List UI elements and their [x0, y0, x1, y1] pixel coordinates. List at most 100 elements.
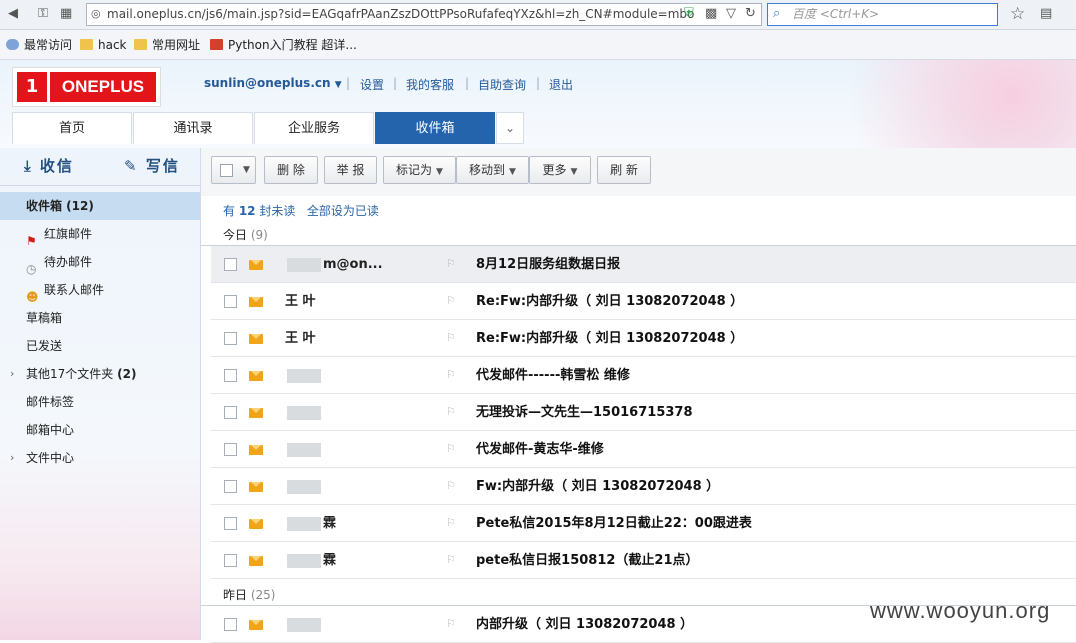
row-checkbox[interactable]	[224, 554, 237, 567]
flag-icon[interactable]: ⚐	[446, 479, 458, 493]
sidebar: ⤓ 收信 ✎ 写信 收件箱 (12) ⚑ 红旗邮件 ◷ 待办邮件 ☻ 联系人邮件 草稿…	[0, 148, 200, 640]
tab-home[interactable]: 首页	[12, 112, 132, 144]
row-checkbox[interactable]	[224, 618, 237, 631]
flag-icon[interactable]: ⚐	[446, 257, 458, 271]
more-button[interactable]: 更多 ▼	[529, 156, 591, 184]
customer-service-link[interactable]: 我的客服	[406, 76, 454, 93]
delete-button[interactable]: 删 除	[264, 156, 318, 184]
sidebar-item-file-center[interactable]: › 文件中心	[0, 444, 200, 472]
sidebar-item-inbox[interactable]: 收件箱 (12)	[0, 192, 200, 220]
star-icon[interactable]: ☆	[1010, 0, 1025, 28]
clock-icon: ◷	[26, 262, 37, 276]
receive-button[interactable]: ⤓ 收信	[24, 148, 74, 184]
qr-icon[interactable]: ▩	[705, 0, 717, 28]
mail-row[interactable]: 霖 ⚐ Pete私信2015年8月12日截止22：00跟进表	[211, 505, 1076, 542]
mail-subject: 内部升级（ 刘日 13082072048 ）	[476, 617, 694, 632]
download-icon: ⤓	[24, 157, 33, 175]
checkbox-icon	[220, 164, 233, 177]
flag-icon[interactable]: ⚐	[446, 294, 458, 308]
chevron-down-icon: ▼	[334, 80, 342, 90]
sidebar-item-red-flag[interactable]: ⚑ 红旗邮件	[0, 220, 200, 248]
chevron-right-icon: ›	[10, 367, 15, 380]
mail-row[interactable]: 霖 ⚐ pete私信日报150812（截止21点）	[211, 542, 1076, 579]
mark-all-read-link[interactable]: 全部设为已读	[307, 204, 379, 218]
mail-subject: Fw:内部升级（ 刘日 13082072048 ）	[476, 479, 720, 494]
mail-subject: 8月12日服务组数据日报	[476, 257, 621, 272]
mark-as-button[interactable]: 标记为 ▼	[383, 156, 456, 184]
contact-icon: ☻	[26, 290, 39, 304]
search-icon: ⌕	[773, 6, 781, 21]
row-checkbox[interactable]	[224, 443, 237, 456]
row-checkbox[interactable]	[224, 332, 237, 345]
self-service-link[interactable]: 自助查询	[478, 76, 526, 93]
refresh-button[interactable]: 刷 新	[597, 156, 651, 184]
bookmark-most-visited[interactable]: 最常访问	[4, 30, 72, 60]
select-all-checkbox[interactable]: ▼	[211, 156, 256, 184]
flag-icon[interactable]: ⚐	[446, 553, 458, 567]
mail-row[interactable]: ⚐ Fw:内部升级（ 刘日 13082072048 ）	[211, 468, 1076, 505]
row-checkbox[interactable]	[224, 406, 237, 419]
row-checkbox[interactable]	[224, 295, 237, 308]
sidebar-item-other-folders[interactable]: › 其他17个文件夹 (2)	[0, 360, 200, 388]
sidebar-item-contacts-mail[interactable]: ☻ 联系人邮件	[0, 276, 200, 304]
tab-more-chevron-icon[interactable]: ⌄	[496, 112, 524, 144]
chevron-right-icon: ›	[10, 451, 15, 464]
compose-button[interactable]: ✎ 写信	[124, 148, 180, 184]
dropdown-icon[interactable]: ▽	[726, 0, 736, 28]
mail-toolbar: ▼ 删 除 举 报 标记为 ▼ 移动到 ▼ 更多 ▼ 刷 新	[201, 148, 1076, 196]
tab-contacts[interactable]: 通讯录	[133, 112, 253, 144]
sidebar-item-drafts[interactable]: 草稿箱	[0, 304, 200, 332]
unread-summary: 有 12 封未读 全部设为已读	[223, 204, 379, 218]
mail-row[interactable]: 王 叶 ⚐ Re:Fw:内部升级（ 刘日 13082072048 ）	[211, 320, 1076, 357]
flag-icon[interactable]: ⚐	[446, 516, 458, 530]
reader-icon[interactable]: ▤	[1040, 0, 1052, 28]
mail-row[interactable]: ⚐ 代发邮件-黄志华-维修	[211, 431, 1076, 468]
row-checkbox[interactable]	[224, 517, 237, 530]
bookmark-hack[interactable]: hack	[78, 30, 127, 60]
tab-enterprise[interactable]: 企业服务	[254, 112, 374, 144]
flag-icon[interactable]: ⚐	[446, 442, 458, 456]
mail-subject: Re:Fw:内部升级（ 刘日 13082072048 ）	[476, 331, 744, 346]
back-icon[interactable]: ◀	[8, 0, 18, 28]
redaction	[287, 257, 321, 272]
unread-envelope-icon	[249, 445, 263, 455]
flag-icon[interactable]: ⚐	[446, 405, 458, 419]
reload-icon[interactable]: ↻	[745, 0, 756, 28]
divider: |	[536, 76, 541, 90]
sidebar-item-mail-center[interactable]: 邮箱中心	[0, 416, 200, 444]
flag-icon[interactable]: ⚐	[446, 617, 458, 631]
row-checkbox[interactable]	[224, 480, 237, 493]
tab-inbox[interactable]: 收件箱	[375, 112, 495, 144]
report-button[interactable]: 举 报	[324, 156, 377, 184]
redaction	[287, 617, 321, 632]
mail-subject: Pete私信2015年8月12日截止22：00跟进表	[476, 516, 752, 531]
settings-link[interactable]: 设置	[360, 76, 384, 93]
sidebar-actions: ⤓ 收信 ✎ 写信	[0, 148, 200, 186]
user-account-menu[interactable]: sunlin@oneplus.cn ▼	[204, 76, 342, 90]
url-bar[interactable]: mail.oneplus.cn/js6/main.jsp?sid=EAGqafr…	[86, 3, 762, 26]
logout-link[interactable]: 退出	[549, 76, 573, 93]
python-site-icon	[210, 39, 223, 50]
mail-from	[285, 394, 435, 431]
mail-row[interactable]: m@on... ⚐ 8月12日服务组数据日报	[211, 246, 1076, 283]
unread-envelope-icon	[249, 260, 263, 270]
flag-icon[interactable]: ⚐	[446, 368, 458, 382]
chevron-down-icon: ▼	[570, 167, 578, 177]
mail-row[interactable]: 王 叶 ⚐ Re:Fw:内部升级（ 刘日 13082072048 ）	[211, 283, 1076, 320]
mail-row[interactable]: ⚐ 无理投诉—文先生—15016715378	[211, 394, 1076, 431]
move-to-button[interactable]: 移动到 ▼	[456, 156, 529, 184]
sidebar-item-sent[interactable]: 已发送	[0, 332, 200, 360]
redaction	[287, 553, 321, 568]
bookmark-python[interactable]: Python入门教程 超详...	[208, 30, 357, 60]
row-checkbox[interactable]	[224, 258, 237, 271]
mail-row[interactable]: ⚐ 代发邮件------韩雪松 维修	[211, 357, 1076, 394]
bookmark-common-sites[interactable]: 常用网址	[132, 30, 200, 60]
browser-search-input[interactable]: 百度 <Ctrl+K>	[767, 3, 998, 26]
flag-icon[interactable]: ⚐	[446, 331, 458, 345]
sidebar-item-tags[interactable]: 邮件标签	[0, 388, 200, 416]
row-checkbox[interactable]	[224, 369, 237, 382]
mail-subject: Re:Fw:内部升级（ 刘日 13082072048 ）	[476, 294, 744, 309]
shield-icon[interactable]: ⛨	[684, 0, 694, 28]
sidebar-item-todo[interactable]: ◷ 待办邮件	[0, 248, 200, 276]
mail-from	[285, 468, 435, 505]
